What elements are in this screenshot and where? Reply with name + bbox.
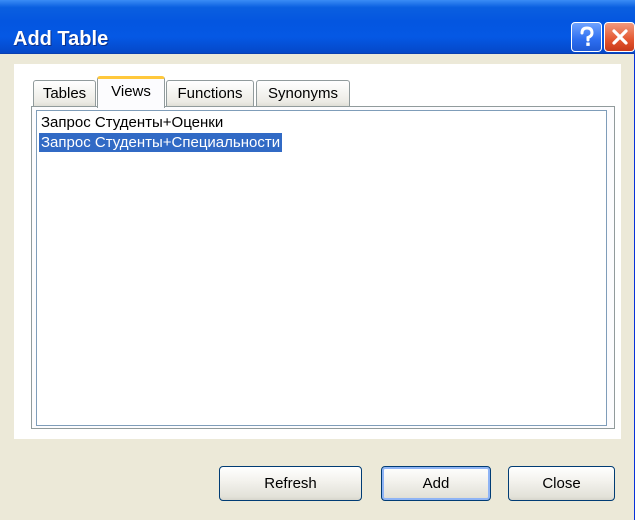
help-button[interactable] (571, 22, 602, 52)
list-item-selected[interactable]: Запрос Студенты+Специальности (39, 133, 283, 152)
title-bar[interactable]: Add Table (0, 0, 635, 54)
tab-synonyms[interactable]: Synonyms (256, 80, 350, 107)
window-title: Add Table (13, 28, 109, 50)
question-mark-icon (577, 26, 597, 48)
tab-views[interactable]: Views (97, 76, 165, 108)
add-table-dialog: Add Table Tables Views Functions Synonym… (0, 0, 635, 520)
tab-functions[interactable]: Functions (166, 80, 254, 107)
close-button[interactable]: Close (508, 466, 615, 501)
close-window-button[interactable] (604, 22, 635, 52)
refresh-button[interactable]: Refresh (219, 466, 362, 501)
close-x-icon (611, 28, 629, 46)
add-button[interactable]: Add (381, 466, 491, 501)
tab-tables[interactable]: Tables (33, 80, 96, 107)
views-list[interactable]: Запрос Студенты+Оценки Запрос Студенты+С… (36, 110, 607, 426)
list-item[interactable]: Запрос Студенты+Оценки (39, 113, 225, 132)
